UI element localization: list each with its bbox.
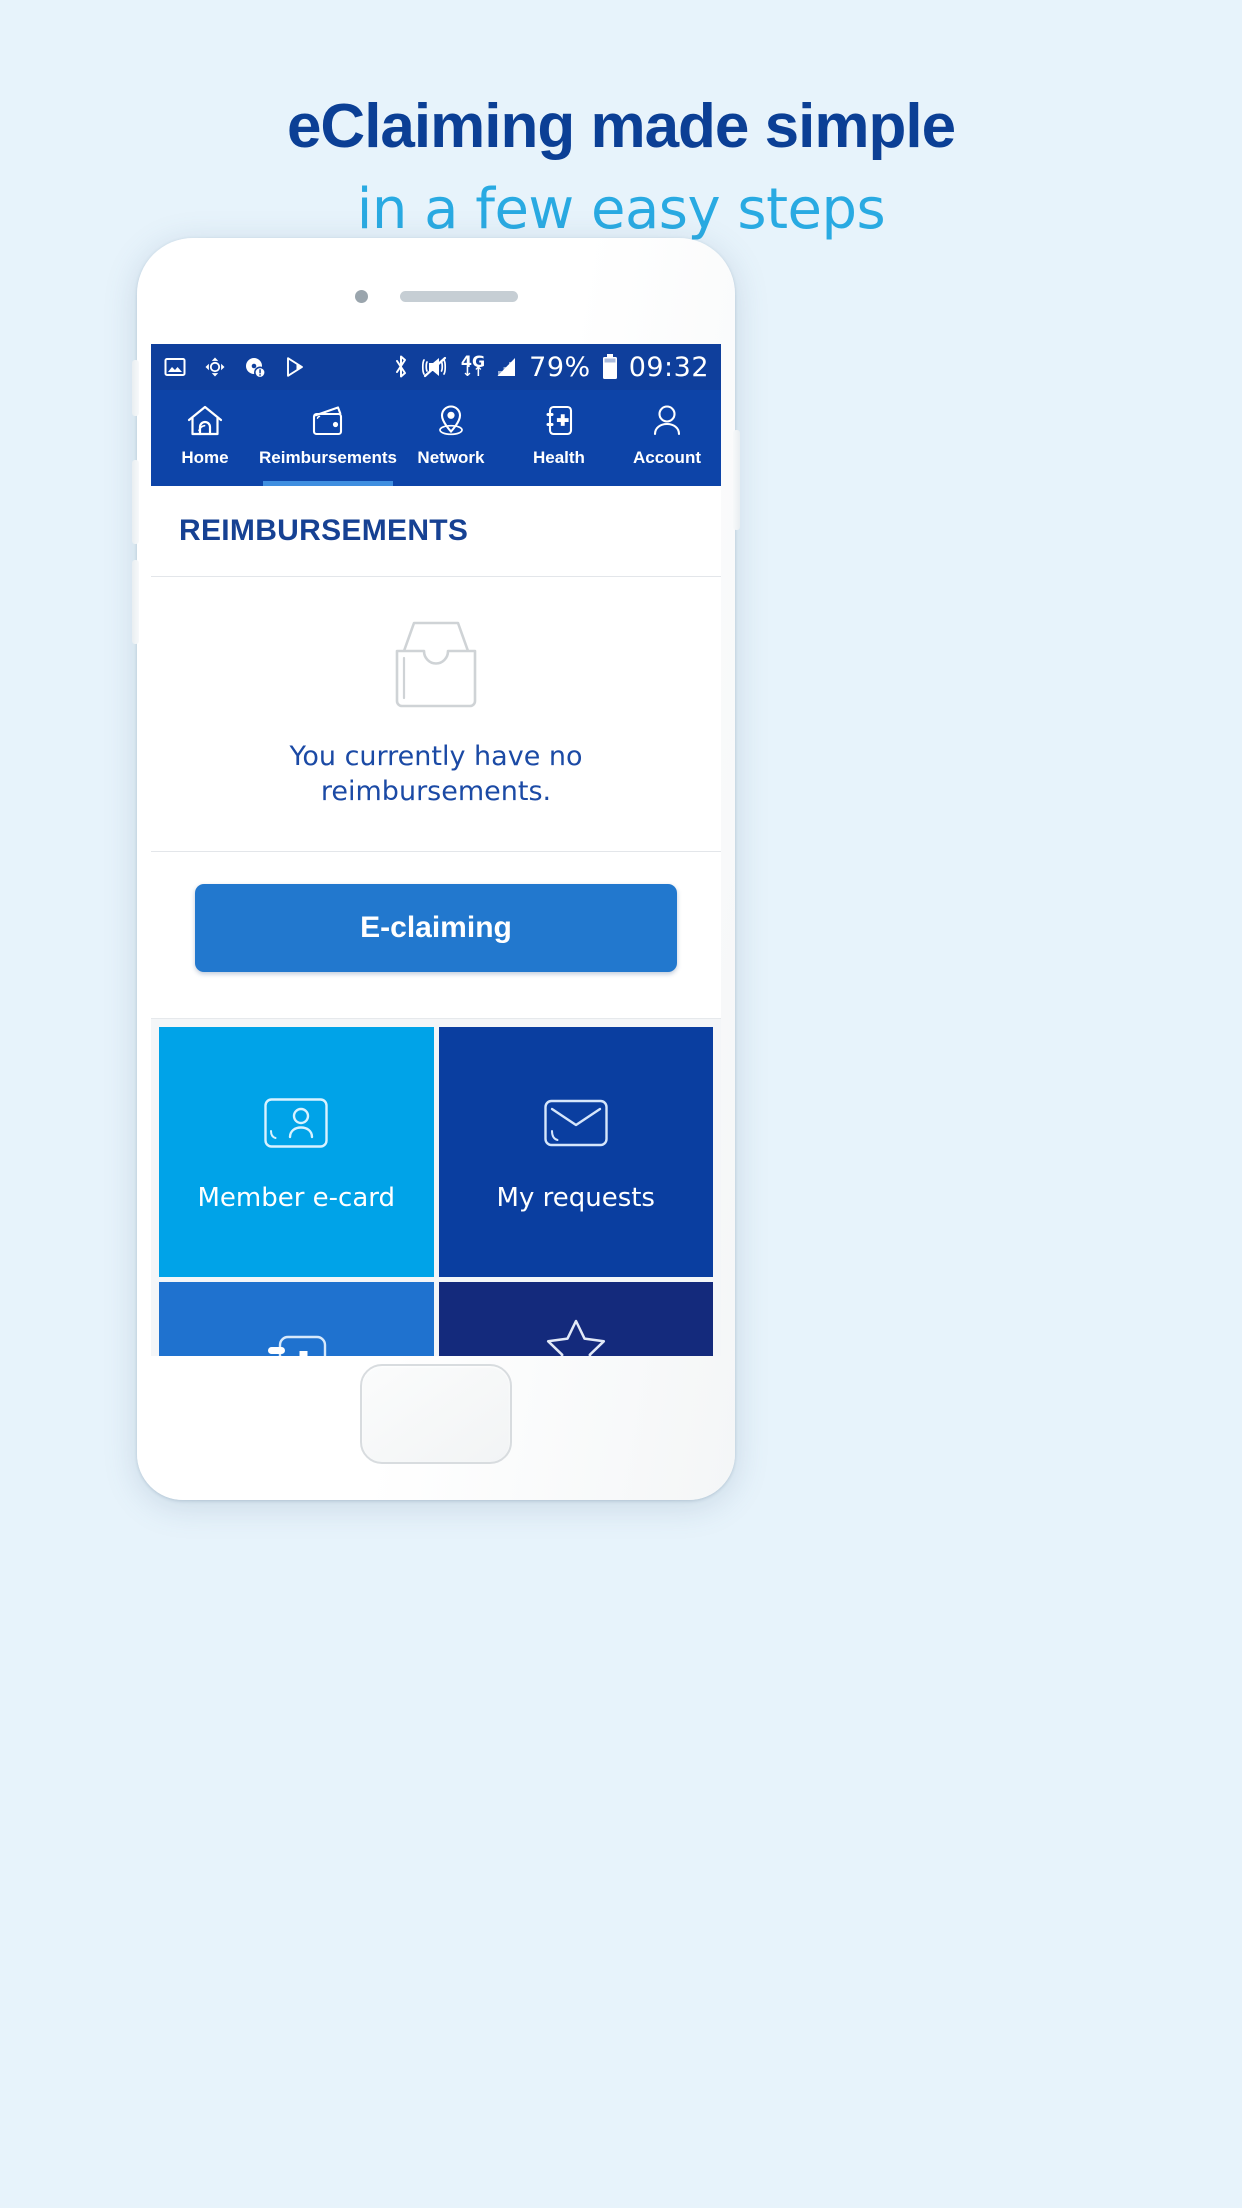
navigation-icon: [205, 357, 225, 377]
battery-percent-label: 79%: [529, 351, 591, 383]
tab-account-label: Account: [632, 448, 701, 467]
active-tab-indicator: [263, 481, 393, 486]
e-claiming-button[interactable]: E-claiming: [195, 884, 677, 973]
tab-account[interactable]: Account: [613, 390, 721, 486]
earpiece-speaker: [399, 291, 518, 302]
volume-down-button[interactable]: [132, 560, 139, 644]
star-icon: [544, 1314, 608, 1356]
disc-alert-icon: [246, 358, 266, 379]
location-pin-icon: [431, 400, 471, 442]
tile-my-requests[interactable]: My requests: [438, 1027, 713, 1278]
volume-up-button[interactable]: [132, 460, 139, 544]
network-arrows-label: ↓↑: [462, 364, 484, 380]
envelope-icon: [543, 1090, 609, 1156]
front-camera-icon: [354, 290, 368, 303]
tile-my-personal-medical-details[interactable]: My personal medical details: [159, 1282, 434, 1356]
tile-member-e-card-label: Member e-card: [197, 1182, 396, 1213]
status-bar-right-icons: 4G ↓↑ 79% 09:32: [391, 353, 709, 381]
battery-icon: [602, 354, 617, 379]
tab-home[interactable]: Home: [151, 390, 259, 486]
tab-home-label: Home: [181, 448, 229, 467]
page-header: REIMBURSEMENTS: [151, 486, 721, 577]
network-type-indicator: 4G ↓↑: [461, 353, 485, 380]
tab-network-label: Network: [417, 448, 485, 467]
tab-health[interactable]: Health: [505, 390, 613, 486]
empty-state-message: You currently have no reimbursements.: [289, 741, 583, 807]
mute-vibrate-icon: [421, 356, 447, 378]
person-icon: [647, 400, 687, 442]
medical-book-icon: [264, 1331, 328, 1356]
phone-screen: 4G ↓↑ 79% 09:32 Home Reimbursements Netw…: [151, 344, 721, 1356]
inbox-tray-icon: [384, 617, 488, 718]
image-icon: [164, 358, 186, 376]
id-card-icon: [263, 1090, 329, 1156]
tab-reimbursements[interactable]: Reimbursements: [259, 390, 397, 486]
tab-network[interactable]: Network: [397, 390, 505, 486]
tile-my-favourite-healthcare-providers[interactable]: My favourite healthcare providers: [438, 1282, 713, 1356]
medical-book-icon: [539, 400, 579, 442]
cta-section: E-claiming: [151, 852, 721, 1020]
bluetooth-icon: [395, 355, 406, 378]
promo-subtitle: in a few easy steps: [356, 177, 886, 242]
phone-top-hardware: [137, 290, 735, 303]
tile-my-requests-label: My requests: [496, 1182, 655, 1213]
tile-member-e-card[interactable]: Member e-card: [159, 1027, 434, 1278]
phone-mockup: 4G ↓↑ 79% 09:32 Home Reimbursements Netw…: [132, 238, 740, 1500]
clock-label: 09:32: [628, 351, 709, 383]
wallet-icon: [308, 400, 348, 442]
promo-header: eClaiming made simple in a few easy step…: [0, 0, 1242, 238]
power-button[interactable]: [733, 430, 740, 530]
status-bar: 4G ↓↑ 79% 09:32: [151, 344, 721, 390]
play-store-icon: [287, 357, 303, 377]
tab-reimbursements-label: Reimbursements: [259, 448, 397, 467]
main-tab-bar: Home Reimbursements Network Health Accou…: [151, 390, 721, 486]
phone-button-left-top[interactable]: [132, 360, 139, 416]
empty-state: You currently have no reimbursements.: [151, 577, 721, 853]
home-icon: [185, 400, 225, 442]
page-title: REIMBURSEMENTS: [179, 514, 469, 547]
promo-title: eClaiming made simple: [286, 92, 956, 161]
status-bar-left-icons: [163, 355, 391, 379]
signal-bars-icon: [497, 358, 516, 376]
shortcut-tile-grid: Member e-card My requests: [151, 1019, 721, 1356]
home-button[interactable]: [360, 1364, 512, 1464]
tab-health-label: Health: [532, 448, 585, 467]
